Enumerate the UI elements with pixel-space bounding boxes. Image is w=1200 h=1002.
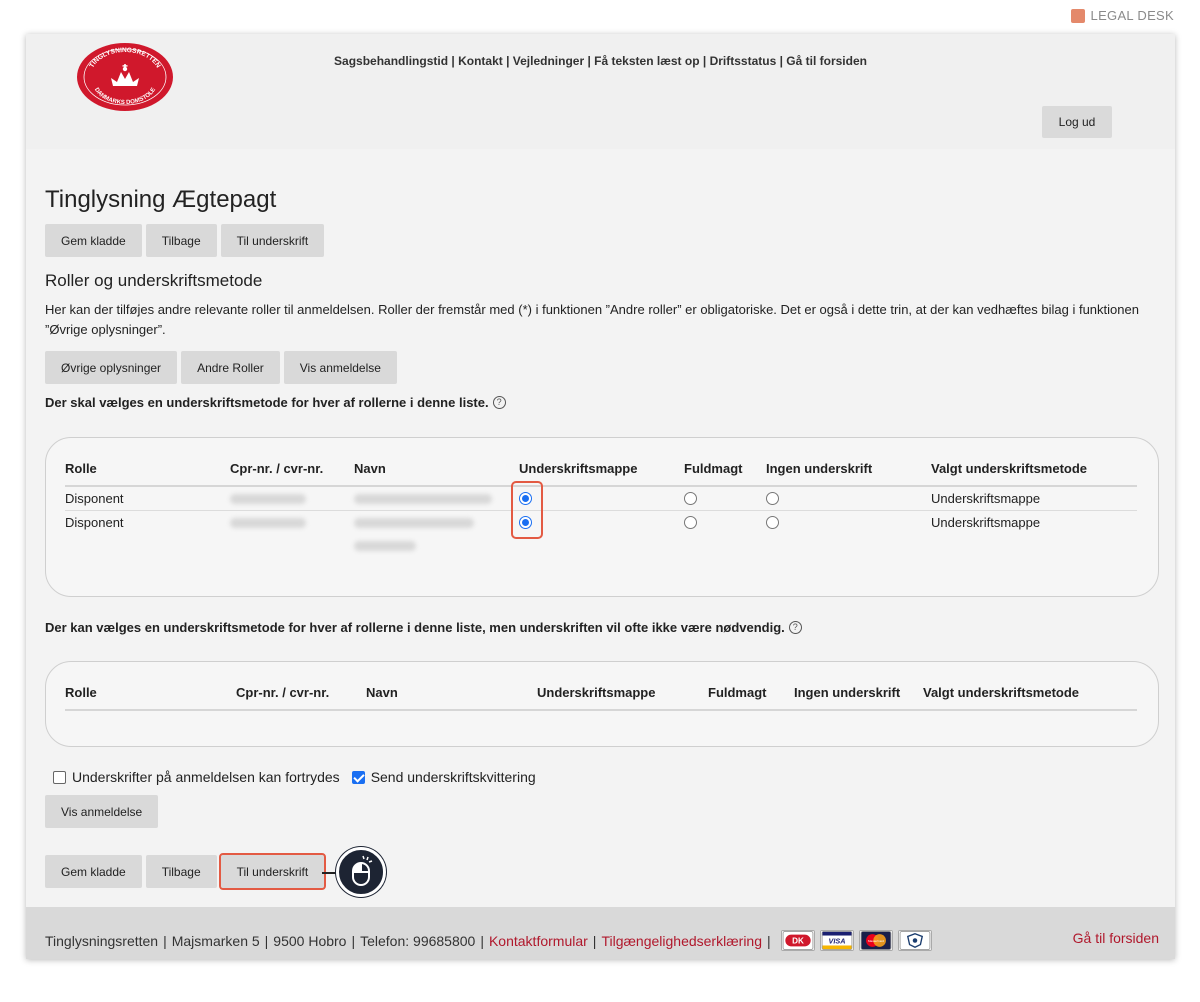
visa-icon: VISA [819,930,854,951]
nav-sagsbehandlingstid[interactable]: Sagsbehandlingstid [334,54,448,68]
tilbage-button[interactable]: Tilbage [145,224,217,257]
sikker-betaling-icon [897,930,932,951]
footer-city: 9500 Hobro [273,932,347,949]
bottom-button-row: Gem kladde Tilbage Til underskrift [45,853,327,890]
dankort-label: DK [792,937,804,946]
column-header-rolle: Rolle [65,685,97,700]
redacted-cpr [230,518,306,528]
legal-desk-logo-icon [1070,8,1085,23]
footer-contact-line: Tinglysningsretten | Majsmarken 5 | 9500… [45,930,932,951]
header-divider [65,709,1137,711]
nav-driftsstatus[interactable]: Driftsstatus [710,54,777,68]
radio-ingen-underskrift[interactable] [766,492,779,505]
browser-page: TINGLYSNINGSRETTEN DANMARKS DOMSTOLE Sag… [26,34,1175,959]
redacted-cpr [230,494,306,504]
required-instruction-text: Der skal vælges en underskriftsmetode fo… [45,395,489,410]
redacted-name-line2 [354,541,416,551]
site-footer: Tinglysningsretten | Majsmarken 5 | 9500… [26,907,1175,959]
signature-options: Underskrifter på anmeldelsen kan fortryd… [53,769,536,785]
visa-label: VISA [828,937,845,946]
nav-vejledninger[interactable]: Vejledninger [513,54,584,68]
row-divider [65,510,1137,511]
column-header-valgt-metode: Valgt underskriftsmetode [931,461,1088,476]
top-navigation: Sagsbehandlingstid | Kontakt | Vejlednin… [334,54,867,68]
logout-button[interactable]: Log ud [1042,106,1112,138]
dankort-icon: DK [780,930,815,951]
column-header-navn: Navn [366,685,398,700]
column-header-ingen-underskrift: Ingen underskrift [794,685,901,700]
optional-list-instruction: Der kan vælges en underskriftsmetode for… [45,620,802,635]
kontaktformular-link[interactable]: Kontaktformular [489,933,588,949]
required-list-instruction: Der skal vælges en underskriftsmetode fo… [45,395,506,410]
column-header-cpr: Cpr-nr. / cvr-nr. [236,685,330,700]
row-rolle: Disponent [65,491,124,506]
vis-anmeldelse-button[interactable]: Vis anmeldelse [283,351,397,384]
vis-anmeldelse-bottom-button[interactable]: Vis anmeldelse [45,795,159,828]
oevrige-oplysninger-button[interactable]: Øvrige oplysninger [45,351,178,384]
column-header-cpr: Cpr-nr. / cvr-nr. [230,461,324,476]
section-button-row: Øvrige oplysninger Andre Roller Vis anme… [45,351,397,384]
til-underskrift-bottom-button[interactable]: Til underskrift [218,853,327,890]
radio-ingen-underskrift[interactable] [766,516,779,529]
row-valgt-metode: Underskriftsmappe [931,491,1041,506]
section-description: Her kan der tilføjes andre relevante rol… [45,302,1139,337]
tilgaengelighed-link[interactable]: Tilgængelighedserklæring [601,933,762,949]
radio-fuldmagt[interactable] [684,516,697,529]
row-valgt-metode: Underskriftsmappe [931,515,1041,530]
footer-name: Tinglysningsretten [45,932,159,949]
radio-fuldmagt[interactable] [684,492,697,505]
footer-phone: Telefon: 99685800 [360,932,476,949]
receipt-checkbox[interactable] [351,770,365,784]
payment-icons: DK VISA MasterCard [780,930,932,951]
callout-connector [322,872,336,874]
tinglysningsretten-seal-icon[interactable]: TINGLYSNINGSRETTEN DANMARKS DOMSTOLE [76,42,174,112]
help-icon[interactable]: ? [788,621,802,634]
tilbage-bottom-button[interactable]: Tilbage [145,855,217,888]
mastercard-icon: MasterCard [858,930,893,951]
column-header-valgt-metode: Valgt underskriftsmetode [923,685,1080,700]
radio-highlight-box [511,481,543,539]
nav-laest-op[interactable]: Få teksten læst op [594,54,699,68]
column-header-underskriftsmappe: Underskriftsmappe [519,461,638,476]
required-roles-table: Rolle Cpr-nr. / cvr-nr. Navn Underskrift… [45,437,1159,597]
column-header-navn: Navn [354,461,386,476]
footer-address: Majsmarken 5 [171,932,260,949]
nav-forsiden[interactable]: Gå til forsiden [786,54,867,68]
page-title: Tinglysning Ægtepagt [45,186,277,213]
mouse-click-icon [336,847,386,897]
receipt-label: Send underskriftskvittering [370,769,536,785]
column-header-underskriftsmappe: Underskriftsmappe [537,685,656,700]
column-header-rolle: Rolle [65,461,97,476]
revocable-label: Underskrifter på anmeldelsen kan fortryd… [72,769,340,785]
footer-forsiden-link[interactable]: Gå til forsiden [1073,930,1159,946]
gem-kladde-button[interactable]: Gem kladde [45,224,142,257]
column-header-ingen-underskrift: Ingen underskrift [766,461,873,476]
optional-instruction-text: Der kan vælges en underskriftsmetode for… [45,620,785,635]
header-divider [65,485,1137,487]
gem-kladde-bottom-button[interactable]: Gem kladde [45,855,142,888]
help-icon[interactable]: ? [492,396,506,409]
optional-roles-table: Rolle Cpr-nr. / cvr-nr. Navn Underskrift… [45,661,1159,747]
column-header-fuldmagt: Fuldmagt [684,461,743,476]
redacted-name [354,494,492,504]
section-title: Roller og underskriftsmetode [45,271,263,290]
column-header-fuldmagt: Fuldmagt [708,685,767,700]
andre-roller-button[interactable]: Andre Roller [181,351,280,384]
watermark-label: LEGAL DESK [1090,8,1174,23]
mastercard-label: MasterCard [868,939,884,943]
site-header: TINGLYSNINGSRETTEN DANMARKS DOMSTOLE Sag… [26,34,1175,149]
row-rolle: Disponent [65,515,124,530]
redacted-name [354,518,474,528]
nav-kontakt[interactable]: Kontakt [458,54,503,68]
revocable-checkbox[interactable] [53,770,66,784]
legal-desk-watermark: LEGAL DESK [1070,8,1174,23]
top-button-row: Gem kladde Tilbage Til underskrift [45,224,325,257]
til-underskrift-button[interactable]: Til underskrift [220,224,325,257]
